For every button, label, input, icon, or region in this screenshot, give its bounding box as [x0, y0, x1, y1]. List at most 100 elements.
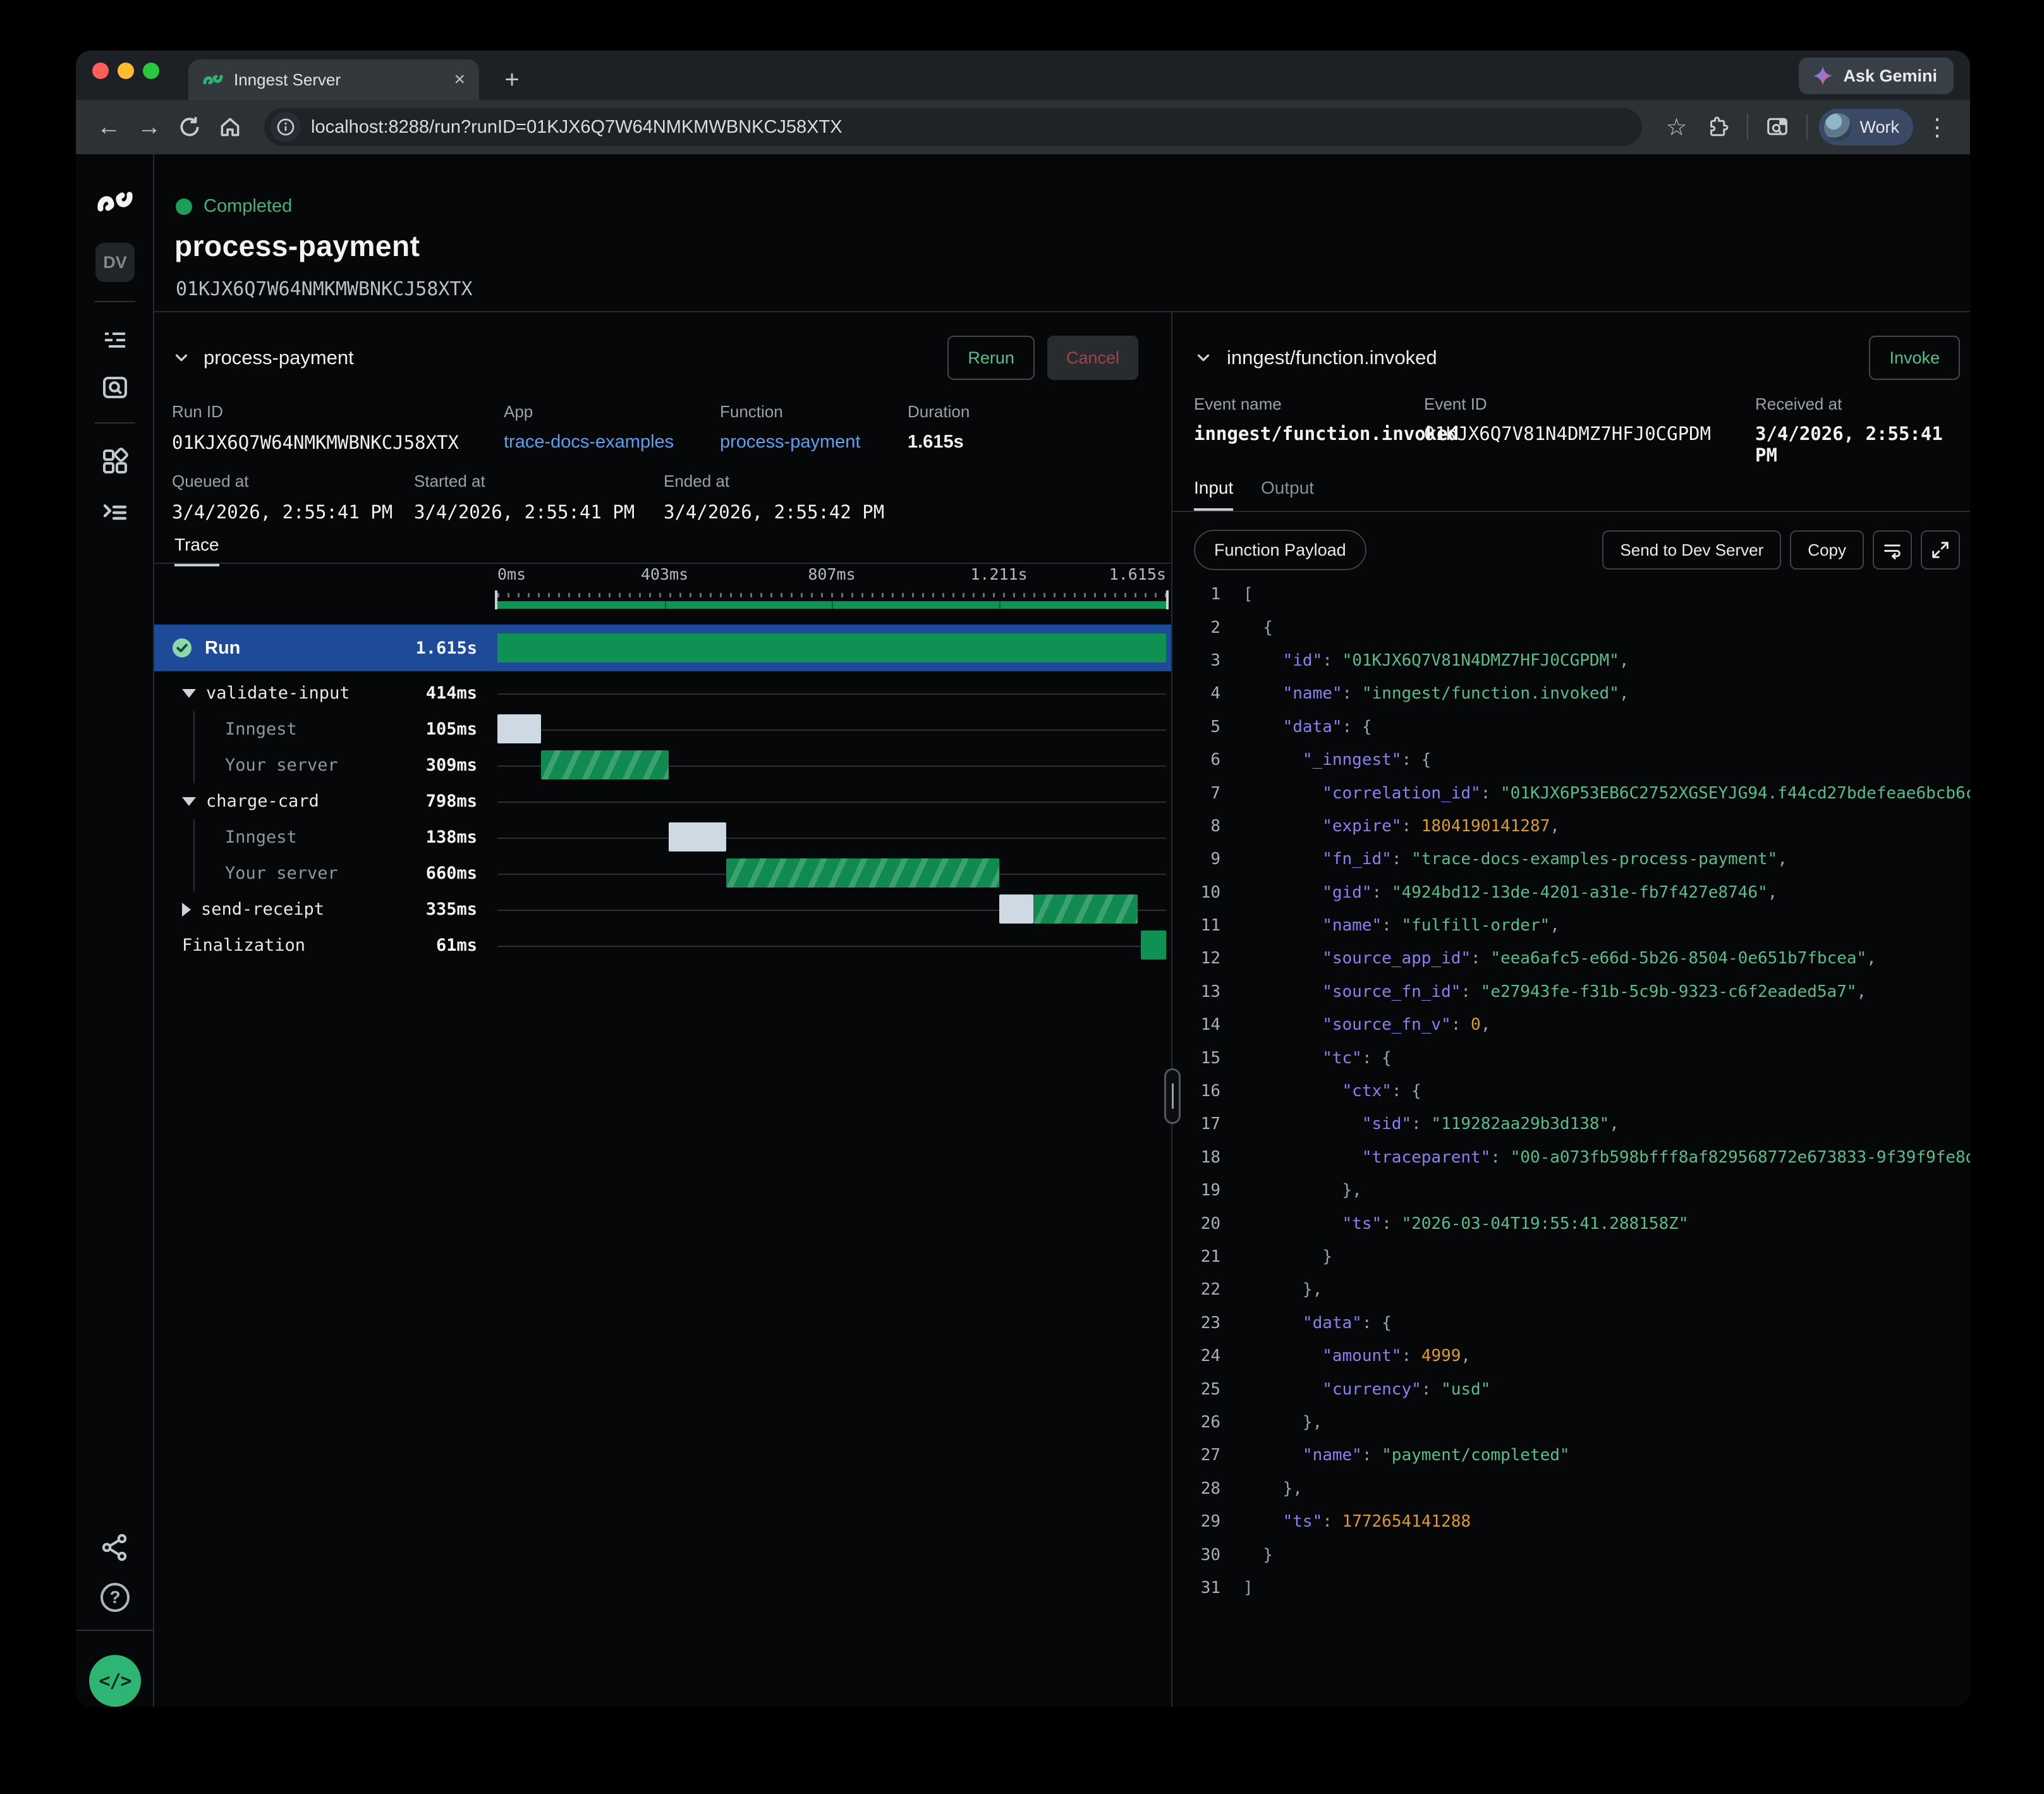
- profile-button[interactable]: Work: [1819, 109, 1913, 145]
- new-tab-button[interactable]: +: [498, 66, 526, 94]
- trace-row-finalization[interactable]: Finalization61ms: [154, 927, 1171, 963]
- trace-row-your-server[interactable]: Your server309ms: [154, 747, 1171, 783]
- home-icon[interactable]: [212, 109, 248, 145]
- code-line: 31]: [1172, 1571, 1970, 1604]
- code-line: 30 }: [1172, 1538, 1970, 1571]
- code-text: },: [1243, 1413, 1322, 1432]
- trace-bar-segment: [541, 750, 669, 779]
- line-number: 7: [1172, 784, 1220, 803]
- chevron-down-icon[interactable]: [172, 348, 191, 367]
- function-link[interactable]: process-payment: [720, 432, 860, 453]
- bookmark-star-icon[interactable]: ☆: [1658, 109, 1694, 145]
- code-line: 23 "data": {: [1172, 1307, 1970, 1339]
- side-panel-search-icon[interactable]: [1760, 109, 1795, 145]
- code-line: 3 "id": "01KJX6Q7V81N4DMZ7HFJ0CGPDM",: [1172, 644, 1970, 677]
- word-wrap-button[interactable]: [1873, 530, 1912, 570]
- sidebar-item-events[interactable]: [76, 373, 154, 403]
- line-number: 30: [1172, 1546, 1220, 1565]
- line-number: 21: [1172, 1247, 1220, 1266]
- event-panel: inngest/function.invoked Invoke Event na…: [1172, 312, 1970, 1707]
- trace-step-duration: 309ms: [154, 747, 477, 783]
- send-to-dev-server-button[interactable]: Send to Dev Server: [1602, 530, 1781, 570]
- expand-button[interactable]: [1921, 530, 1960, 570]
- tab-output[interactable]: Output: [1261, 478, 1314, 508]
- line-number: 31: [1172, 1578, 1220, 1597]
- tab-close-icon[interactable]: ×: [454, 70, 465, 89]
- app-link[interactable]: trace-docs-examples: [504, 432, 674, 453]
- copy-button[interactable]: Copy: [1790, 530, 1864, 570]
- line-number: 29: [1172, 1512, 1220, 1531]
- run-id: 01KJX6Q7W64NMKMWBNKCJ58XTX: [176, 278, 473, 300]
- line-number: 20: [1172, 1214, 1220, 1233]
- url-bar[interactable]: localhost:8288/run?runID=01KJX6Q7W64NMKM…: [264, 108, 1642, 146]
- browser-tab[interactable]: Inngest Server ×: [188, 59, 479, 100]
- page-title: process-payment: [174, 229, 420, 263]
- minimize-window-button[interactable]: [118, 63, 134, 79]
- forward-icon[interactable]: →: [131, 109, 167, 145]
- sidebar-item-runs[interactable]: [76, 324, 154, 354]
- code-line: 11 "name": "fulfill-order",: [1172, 909, 1970, 942]
- sidebar-item-terminal[interactable]: [76, 497, 154, 527]
- sidebar-item-apps[interactable]: [76, 446, 154, 477]
- meta-queued-at: Queued at 3/4/2026, 2:55:41 PM: [172, 472, 392, 523]
- panel-resize-handle[interactable]: [1164, 1068, 1181, 1124]
- timeline-minimap[interactable]: [497, 593, 1166, 616]
- chevron-down-icon[interactable]: [1194, 348, 1213, 367]
- event-section-title: inngest/function.invoked: [1227, 346, 1855, 369]
- code-text: }: [1243, 1546, 1273, 1565]
- code-text: "ctx": {: [1243, 1082, 1421, 1101]
- code-text: "source_fn_v": 0,: [1243, 1015, 1490, 1034]
- inngest-logo-icon: [76, 186, 154, 217]
- profile-label: Work: [1859, 118, 1899, 137]
- code-line: 26 },: [1172, 1406, 1970, 1439]
- line-number: 11: [1172, 916, 1220, 935]
- rerun-button[interactable]: Rerun: [947, 336, 1035, 380]
- trace-row-charge-card[interactable]: charge-card798ms: [154, 783, 1171, 819]
- dev-tools-fab[interactable]: </>: [76, 1655, 154, 1707]
- line-number: 28: [1172, 1479, 1220, 1498]
- code-line: 17 "sid": "119282aa29b3d138",: [1172, 1108, 1970, 1140]
- extensions-icon[interactable]: [1700, 109, 1736, 145]
- code-text: "correlation_id": "01KJX6P53EB6C2752XGSE…: [1243, 784, 1970, 803]
- invoke-button[interactable]: Invoke: [1869, 336, 1960, 380]
- back-icon[interactable]: ←: [91, 109, 126, 145]
- code-line: 20 "ts": "2026-03-04T19:55:41.288158Z": [1172, 1207, 1970, 1240]
- code-line: 1[: [1172, 578, 1970, 611]
- code-line: 27 "name": "payment/completed": [1172, 1439, 1970, 1472]
- cancel-button[interactable]: Cancel: [1047, 336, 1138, 380]
- site-info-icon[interactable]: [271, 112, 301, 142]
- share-icon[interactable]: [76, 1532, 154, 1563]
- line-number: 24: [1172, 1346, 1220, 1365]
- trace-row-inngest[interactable]: Inngest105ms: [154, 711, 1171, 747]
- ask-gemini-button[interactable]: Ask Gemini: [1799, 58, 1954, 94]
- trace-step-duration: 138ms: [154, 819, 477, 855]
- maximize-window-button[interactable]: [143, 63, 159, 79]
- code-line: 4 "name": "inngest/function.invoked",: [1172, 677, 1970, 710]
- trace-row-inngest[interactable]: Inngest138ms: [154, 819, 1171, 855]
- function-payload-pill[interactable]: Function Payload: [1194, 530, 1366, 570]
- trace-bar-segment: [669, 822, 726, 851]
- tab-trace[interactable]: Trace: [174, 535, 219, 566]
- help-icon[interactable]: ?: [76, 1583, 154, 1612]
- trace-step-duration: 798ms: [154, 783, 477, 819]
- trace-row-send-receipt[interactable]: send-receipt335ms: [154, 891, 1171, 927]
- ask-gemini-label: Ask Gemini: [1843, 66, 1937, 86]
- line-number: 19: [1172, 1181, 1220, 1200]
- code-text: "name": "inngest/function.invoked",: [1243, 684, 1629, 703]
- code-text: "name": "fulfill-order",: [1243, 916, 1560, 935]
- environment-badge[interactable]: DV: [76, 243, 154, 282]
- close-window-button[interactable]: [92, 63, 109, 79]
- trace-row-validate-input[interactable]: validate-input414ms: [154, 675, 1171, 711]
- reload-icon[interactable]: [172, 109, 207, 145]
- trace-row-your-server[interactable]: Your server660ms: [154, 855, 1171, 891]
- meta-received-at: Received at 3/4/2026, 2:55:41 PM: [1755, 394, 1970, 466]
- code-text: "source_fn_id": "e27943fe-f31b-5c9b-9323…: [1243, 982, 1866, 1001]
- payload-code-editor[interactable]: 1[2 {3 "id": "01KJX6Q7V81N4DMZ7HFJ0CGPDM…: [1172, 578, 1970, 1707]
- sidebar-divider: [95, 301, 135, 302]
- trace-row-run[interactable]: Run1.615s: [154, 625, 1171, 671]
- line-number: 22: [1172, 1280, 1220, 1299]
- tab-input[interactable]: Input: [1194, 478, 1233, 511]
- code-text: "id": "01KJX6Q7V81N4DMZ7HFJ0CGPDM",: [1243, 651, 1629, 670]
- code-line: 9 "fn_id": "trace-docs-examples-process-…: [1172, 843, 1970, 876]
- browser-menu-kebab-icon[interactable]: ⋮: [1919, 109, 1955, 145]
